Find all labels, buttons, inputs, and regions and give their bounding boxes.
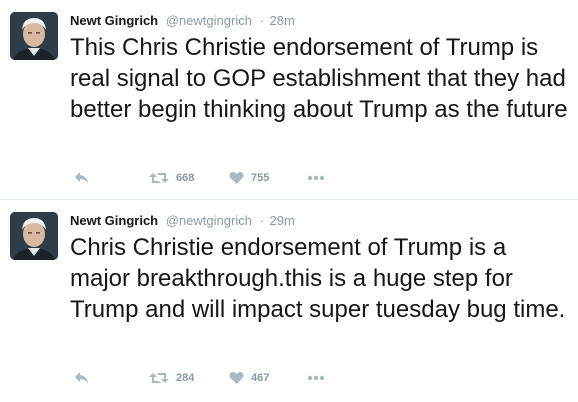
author-name[interactable]: Newt Gingrich xyxy=(70,13,158,28)
reply-icon xyxy=(75,172,88,183)
tweet[interactable]: Newt Gingrich @newtgingrich · 29m Chris … xyxy=(0,200,578,400)
reply-button[interactable] xyxy=(74,371,149,385)
avatar-image xyxy=(10,212,58,260)
more-button[interactable] xyxy=(307,375,325,381)
timestamp[interactable]: 28m xyxy=(270,13,295,28)
like-count: 467 xyxy=(251,372,270,384)
heart-icon xyxy=(229,371,244,384)
more-button[interactable] xyxy=(307,175,325,181)
retweet-icon xyxy=(149,373,169,383)
retweet-button[interactable]: 284 xyxy=(149,371,229,385)
heart-icon xyxy=(229,171,244,184)
retweet-icon xyxy=(149,173,169,183)
author-handle[interactable]: @newtgingrich xyxy=(166,13,252,28)
tweet[interactable]: Newt Gingrich @newtgingrich · 28m This C… xyxy=(0,0,578,200)
tweet-text: Chris Christie endorsement of Trump is a… xyxy=(70,234,566,323)
avatar[interactable] xyxy=(10,12,58,60)
tweet-header: Newt Gingrich @newtgingrich · 29m xyxy=(70,212,295,230)
separator: · xyxy=(259,13,264,28)
retweet-count: 284 xyxy=(176,372,195,384)
like-count: 755 xyxy=(251,172,270,184)
tweet-text: This Chris Christie endorsement of Trump… xyxy=(70,34,568,123)
tweet-header: Newt Gingrich @newtgingrich · 28m xyxy=(70,12,295,30)
author-handle[interactable]: @newtgingrich xyxy=(166,213,252,228)
author-name[interactable]: Newt Gingrich xyxy=(70,213,158,228)
separator: · xyxy=(259,213,264,228)
reply-icon xyxy=(75,372,88,383)
tweet-actions: 284 467 xyxy=(74,368,325,388)
timestamp[interactable]: 29m xyxy=(270,213,295,228)
retweet-count: 668 xyxy=(176,172,195,184)
more-icon xyxy=(307,175,325,181)
like-button[interactable]: 755 xyxy=(229,171,307,185)
avatar-image xyxy=(10,12,58,60)
more-icon xyxy=(307,375,325,381)
tweet-actions: 668 755 xyxy=(74,168,325,188)
timeline: Newt Gingrich @newtgingrich · 28m This C… xyxy=(0,0,578,400)
like-button[interactable]: 467 xyxy=(229,371,307,385)
reply-button[interactable] xyxy=(74,171,149,185)
avatar[interactable] xyxy=(10,212,58,260)
retweet-button[interactable]: 668 xyxy=(149,171,229,185)
